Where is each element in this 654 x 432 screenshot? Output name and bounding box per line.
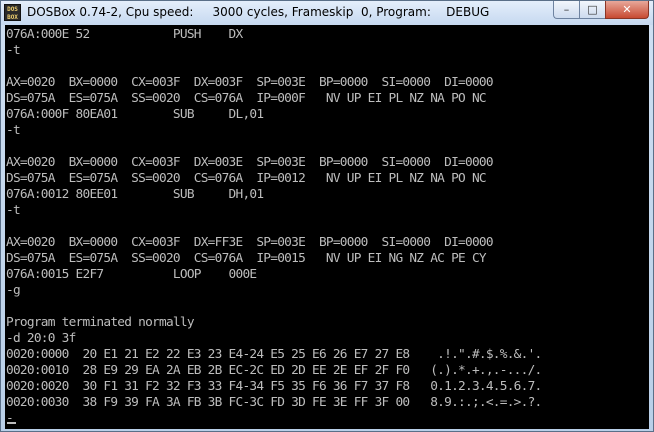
console-line: 076A:000E 52 PUSH DX <box>6 27 243 42</box>
console-line: Program terminated normally <box>6 315 195 330</box>
console-line: 0020:0000 20 E1 21 E2 22 E3 23 E4-24 E5 … <box>6 347 542 362</box>
console-line: -t <box>6 203 21 218</box>
window-controls: – □ ✕ <box>553 1 649 21</box>
text-cursor <box>7 422 16 424</box>
console-output: 076A:000E 52 PUSH DX -t AX=0020 BX=0000 CX… <box>5 25 649 427</box>
console-line: 076A:000F 80EA01 SUB DL,01 <box>6 107 264 122</box>
console-line: -t <box>6 123 21 138</box>
console-line: 076A:0012 80EE01 SUB DH,01 <box>6 187 264 202</box>
console-line: 076A:0015 E2F7 LOOP 000E <box>6 267 257 282</box>
console-line: -g <box>6 283 21 298</box>
dosbox-app-icon[interactable]: DOS BOX <box>4 4 21 21</box>
console-line: DS=075A ES=075A SS=0020 CS=076A IP=000F … <box>6 91 487 106</box>
console-line: DS=075A ES=075A SS=0020 CS=076A IP=0012 … <box>6 171 487 186</box>
minimize-button[interactable]: – <box>553 1 579 19</box>
maximize-button[interactable]: □ <box>579 1 605 19</box>
console-line: -t <box>6 43 21 58</box>
console-line: - <box>6 411 14 426</box>
close-button[interactable]: ✕ <box>605 1 649 19</box>
dosbox-window: DOS BOX DOSBox 0.74-2, Cpu speed: 3000 c… <box>0 0 654 432</box>
console-line: AX=0020 BX=0000 CX=003F DX=FF3E SP=003E … <box>6 235 494 250</box>
window-title: DOSBox 0.74-2, Cpu speed: 3000 cycles, F… <box>27 5 490 19</box>
title-bar[interactable]: DOS BOX DOSBox 0.74-2, Cpu speed: 3000 c… <box>1 1 653 25</box>
console-line: -d 20:0 3f <box>6 331 76 346</box>
console-line: 0020:0020 30 F1 31 F2 32 F3 33 F4-34 F5 … <box>6 379 542 394</box>
dos-console[interactable]: 076A:000E 52 PUSH DX -t AX=0020 BX=0000 CX… <box>5 25 649 429</box>
console-line: AX=0020 BX=0000 CX=003F DX=003F SP=003E … <box>6 75 494 90</box>
console-line: AX=0020 BX=0000 CX=003F DX=003E SP=003E … <box>6 155 494 170</box>
console-line: 0020:0010 28 E9 29 EA 2A EB 2B EC-2C ED … <box>6 363 542 378</box>
console-line: DS=075A ES=075A SS=0020 CS=076A IP=0015 … <box>6 251 487 266</box>
console-line: 0020:0030 38 F9 39 FA 3A FB 3B FC-3C FD … <box>6 395 542 410</box>
